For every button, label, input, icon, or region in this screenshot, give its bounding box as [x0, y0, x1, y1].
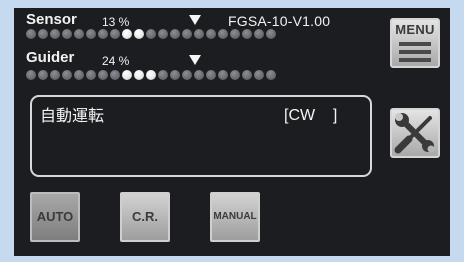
led-dot	[98, 70, 108, 80]
device-frame: Sensor 13 % FGSA-10-V1.00 Guider 24 % 自動…	[0, 0, 464, 262]
guider-label: Guider	[26, 49, 75, 66]
led-dot	[194, 29, 204, 39]
guider-percent: 24 %	[102, 54, 130, 68]
led-dot	[218, 29, 228, 39]
settings-tools-button[interactable]	[390, 108, 440, 158]
operation-mode-text: 自動運転	[40, 106, 105, 125]
led-dot	[62, 70, 72, 80]
direction-text: [CW ]	[284, 107, 338, 124]
sensor-center-marker-icon	[189, 15, 201, 25]
menu-bar-icon	[399, 50, 431, 54]
led-dot	[146, 29, 156, 39]
led-dot-lit	[146, 70, 156, 80]
led-dot	[50, 29, 60, 39]
led-dot	[26, 70, 36, 80]
led-dot	[50, 70, 60, 80]
led-dot	[170, 70, 180, 80]
led-dot	[158, 29, 168, 39]
cr-button[interactable]: C.R.	[120, 192, 170, 242]
wrench-screwdriver-icon	[394, 113, 435, 154]
led-dot	[230, 29, 240, 39]
led-dot-lit	[134, 29, 144, 39]
led-dot	[158, 70, 168, 80]
status-display: 自動運転 [CW ]	[30, 95, 372, 177]
manual-button[interactable]: MANUAL	[210, 192, 260, 242]
led-dot	[206, 29, 216, 39]
led-dot	[74, 70, 84, 80]
led-dot	[266, 70, 276, 80]
led-dot	[182, 29, 192, 39]
led-dot	[110, 70, 120, 80]
led-dot	[206, 70, 216, 80]
control-screen: Sensor 13 % FGSA-10-V1.00 Guider 24 % 自動…	[14, 8, 450, 256]
led-dot	[194, 70, 204, 80]
led-dot	[242, 70, 252, 80]
led-dot	[86, 29, 96, 39]
guider-center-marker-icon	[189, 55, 201, 65]
led-dot	[62, 29, 72, 39]
led-dot	[230, 70, 240, 80]
led-dot	[182, 70, 192, 80]
led-dot	[254, 70, 264, 80]
sensor-level-indicator	[26, 29, 278, 39]
led-dot	[98, 29, 108, 39]
led-dot	[218, 70, 228, 80]
led-dot	[242, 29, 252, 39]
led-dot	[86, 70, 96, 80]
menu-button[interactable]: MENU	[390, 18, 440, 68]
led-dot-lit	[134, 70, 144, 80]
led-dot	[254, 29, 264, 39]
led-dot	[26, 29, 36, 39]
menu-bar-icon	[399, 42, 431, 46]
led-dot-lit	[122, 70, 132, 80]
menu-button-label: MENU	[395, 22, 435, 37]
sensor-percent: 13 %	[102, 15, 130, 29]
led-dot	[170, 29, 180, 39]
model-version: FGSA-10-V1.00	[228, 13, 331, 29]
led-dot	[266, 29, 276, 39]
auto-button[interactable]: AUTO	[30, 192, 80, 242]
led-dot	[38, 70, 48, 80]
led-dot	[38, 29, 48, 39]
sensor-label: Sensor	[26, 11, 77, 28]
led-dot-lit	[122, 29, 132, 39]
guider-level-indicator	[26, 70, 278, 80]
menu-bar-icon	[399, 58, 431, 62]
led-dot	[74, 29, 84, 39]
led-dot	[110, 29, 120, 39]
